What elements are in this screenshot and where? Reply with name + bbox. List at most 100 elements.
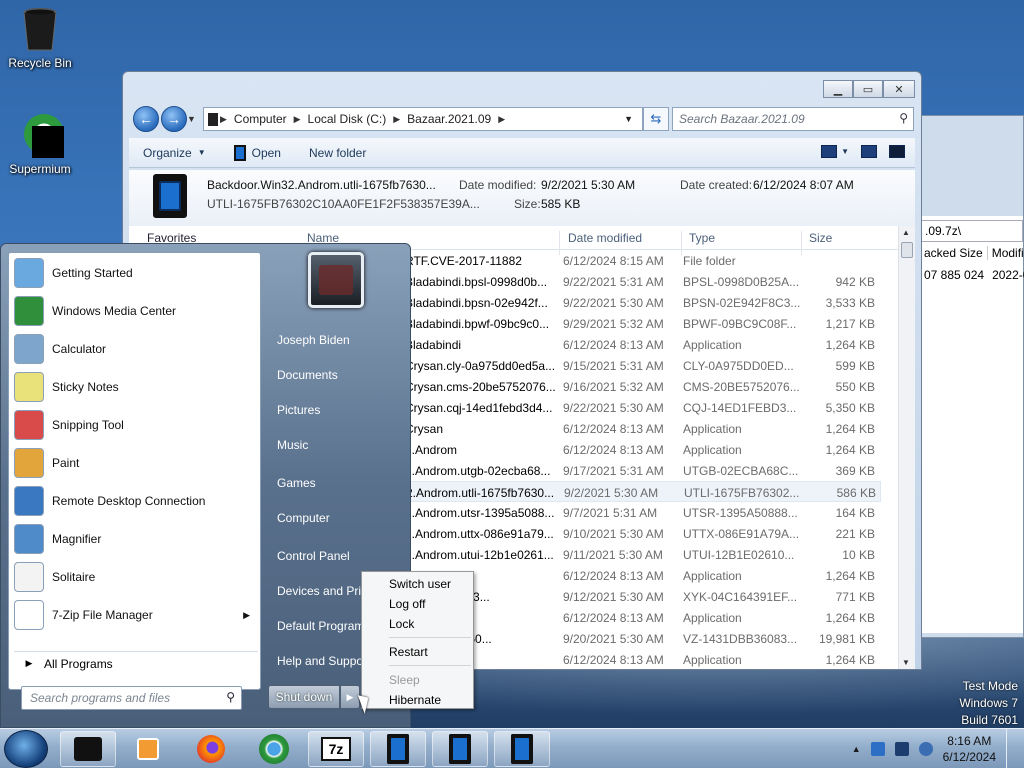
file-date: 9/7/2021 5:31 AM — [563, 506, 658, 520]
minimize-button[interactable]: ▁ — [823, 80, 853, 98]
breadcrumb-folder[interactable]: Bazaar.2021.09 — [402, 112, 496, 126]
help-icon[interactable] — [889, 145, 905, 158]
column-header-type[interactable]: Type — [689, 231, 715, 245]
start-menu-item[interactable]: Snipping Tool — [14, 407, 258, 443]
taskbar-button-supermium[interactable] — [246, 731, 302, 767]
scrollbar-thumb[interactable] — [901, 242, 913, 258]
breadcrumb-computer[interactable]: Computer — [229, 112, 292, 126]
scroll-down-icon[interactable]: ▼ — [902, 658, 910, 667]
search-icon[interactable]: ⚲ — [899, 111, 908, 125]
recent-pages-dropdown[interactable]: ▼ — [187, 114, 196, 124]
chevron-right-icon[interactable]: ▶ — [243, 610, 250, 621]
size-value: 585 KB — [541, 197, 581, 211]
menu-item-log-off[interactable]: Log off — [364, 594, 471, 614]
background-window-row[interactable]: 07 885 024 2022-03 — [920, 268, 1024, 282]
close-button[interactable]: ✕ — [883, 80, 915, 98]
file-size: 550 KB — [835, 380, 875, 394]
maximize-button[interactable]: ▭ — [853, 80, 883, 98]
change-view-icon[interactable] — [821, 145, 838, 158]
menu-item-lock[interactable]: Lock — [364, 614, 471, 634]
start-menu-place[interactable]: Joseph Biden — [269, 327, 409, 357]
menu-item-switch-user[interactable]: Switch user — [364, 574, 471, 594]
start-menu-item[interactable]: 7-Zip File Manager ▶ — [14, 597, 258, 633]
desktop-icon-recycle-bin[interactable]: Recycle Bin — [0, 6, 80, 70]
start-menu-place[interactable]: Games — [269, 470, 409, 500]
search-input[interactable]: Search Bazaar.2021.09 ⚲ — [672, 107, 914, 131]
scroll-up-icon[interactable]: ▲ — [902, 228, 910, 237]
back-button[interactable]: ← — [133, 106, 159, 132]
new-folder-button[interactable]: New folder — [295, 146, 380, 160]
taskbar-button-explorer-1[interactable] — [370, 731, 426, 767]
taskbar-button-explorer-2[interactable] — [432, 731, 488, 767]
menu-item-hibernate[interactable]: Hibernate — [364, 690, 471, 710]
start-menu-item[interactable]: Solitaire — [14, 559, 258, 595]
start-menu-place[interactable]: Computer — [269, 505, 409, 535]
start-menu-place[interactable]: Music — [269, 432, 409, 462]
preview-pane-icon[interactable] — [861, 145, 877, 158]
column-header-date[interactable]: Date modified — [568, 231, 642, 245]
start-menu-item[interactable]: Paint — [14, 445, 258, 481]
avatar[interactable] — [308, 252, 364, 308]
start-menu-place[interactable]: Control Panel — [269, 543, 409, 573]
network-icon[interactable] — [894, 742, 909, 756]
start-menu-place[interactable]: Documents — [269, 362, 409, 392]
chevron-down-icon[interactable]: ▼ — [841, 147, 849, 156]
refresh-button[interactable]: ⇆ — [643, 107, 669, 131]
start-menu-item[interactable]: Calculator — [14, 331, 258, 367]
7zip-icon — [14, 600, 44, 630]
file-date: 9/15/2021 5:31 AM — [563, 359, 664, 373]
start-menu-item[interactable]: Remote Desktop Connection — [14, 483, 258, 519]
volume-icon[interactable] — [918, 742, 933, 756]
all-programs-button[interactable]: ▶ All Programs — [14, 651, 258, 675]
shutdown-options-button[interactable]: ▶ — [340, 685, 360, 709]
date-created-label: Date created: — [680, 178, 753, 192]
start-menu-item[interactable]: Sticky Notes — [14, 369, 258, 405]
action-center-icon[interactable] — [870, 742, 885, 756]
clock[interactable]: 8:16 AM 6/12/2024 — [943, 733, 996, 765]
background-window[interactable]: .09.7z\ acked Size Modifie 07 885 024 20… — [915, 115, 1024, 638]
show-hidden-icons-icon[interactable]: ▲ — [852, 744, 861, 754]
chevron-right-icon[interactable]: ▶ — [391, 114, 402, 125]
start-search-input[interactable]: Search programs and files ⚲ — [21, 686, 242, 710]
file-size: 369 KB — [835, 464, 875, 478]
file-name: Crysan.cms-20be5752076... — [405, 380, 556, 394]
background-window-path[interactable]: .09.7z\ — [920, 220, 1023, 242]
show-desktop-button[interactable] — [1006, 729, 1016, 768]
shutdown-button[interactable]: Shut down — [268, 685, 340, 709]
start-menu-item[interactable]: Getting Started — [14, 255, 258, 291]
start-menu-item-label: Sticky Notes — [52, 380, 119, 394]
taskbar-button-7zip[interactable]: 7z — [308, 731, 364, 767]
watermark-line: Test Mode — [962, 679, 1018, 693]
taskbar-button-firefox[interactable] — [183, 731, 239, 767]
organize-button[interactable]: Organize ▼ — [129, 146, 220, 160]
address-bar[interactable]: ▶ Computer ▶ Local Disk (C:) ▶ Bazaar.20… — [203, 107, 643, 131]
menu-separator — [389, 665, 471, 666]
taskbar-button-media-player[interactable] — [120, 731, 176, 767]
address-dropdown-icon[interactable]: ▼ — [619, 114, 638, 124]
taskbar-button-explorer-libraries[interactable] — [60, 731, 116, 767]
vertical-scrollbar[interactable]: ▲ ▼ — [898, 226, 915, 669]
taskbar-button-explorer-3[interactable] — [494, 731, 550, 767]
column-header-size[interactable]: Size — [809, 231, 832, 245]
menu-item-restart[interactable]: Restart — [364, 642, 471, 662]
breadcrumb-local-disk[interactable]: Local Disk (C:) — [303, 112, 392, 126]
forward-button[interactable]: → — [161, 106, 187, 132]
file-type: XYK-04C164391EF... — [683, 590, 798, 604]
file-type: Application — [683, 653, 742, 667]
chevron-right-icon[interactable]: ▶ — [292, 114, 303, 125]
start-menu-item-label: Getting Started — [52, 266, 133, 280]
file-type: UTSR-1395A50888... — [683, 506, 798, 520]
start-menu-item-label: Windows Media Center — [52, 304, 177, 318]
column-header[interactable]: Modifie — [988, 246, 1024, 260]
chevron-right-icon[interactable]: ▶ — [496, 114, 507, 125]
start-menu-item[interactable]: Windows Media Center — [14, 293, 258, 329]
desktop-icon-supermium[interactable]: Supermium — [0, 112, 80, 176]
chevron-right-icon[interactable]: ▶ — [218, 114, 229, 125]
start-menu-place[interactable]: Pictures — [269, 397, 409, 427]
start-button[interactable] — [4, 730, 48, 768]
open-button[interactable]: Open — [220, 144, 295, 161]
new-folder-label: New folder — [308, 145, 367, 160]
start-menu-item[interactable]: Magnifier — [14, 521, 258, 557]
caption-buttons: ▁ ▭ ✕ — [823, 80, 915, 98]
column-header[interactable]: acked Size — [920, 246, 988, 260]
